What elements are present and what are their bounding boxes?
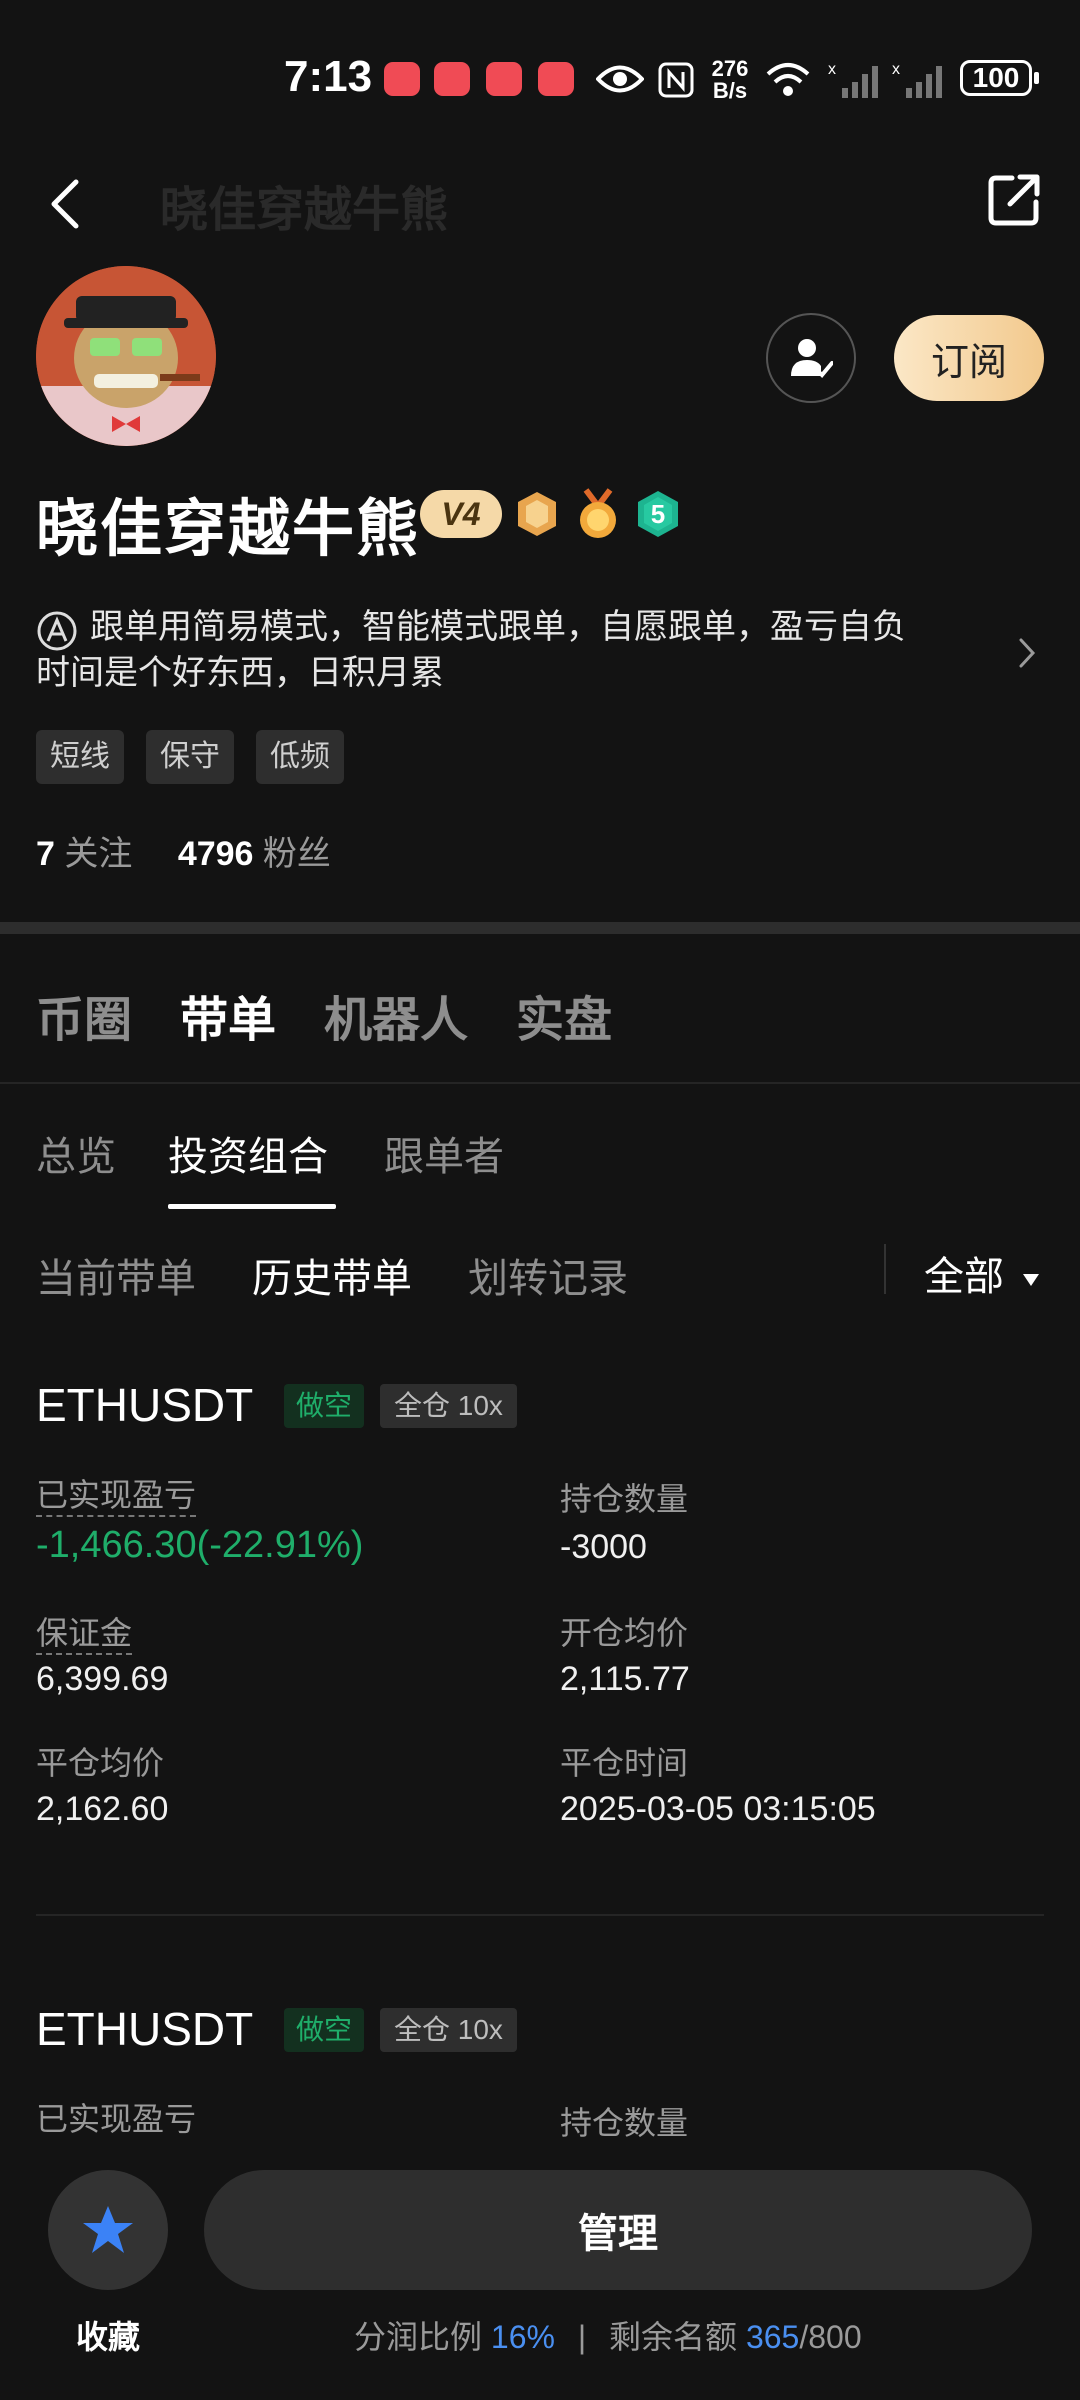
followers-count[interactable]: 4796: [178, 835, 254, 873]
tab-real-trading[interactable]: 实盘: [516, 980, 612, 1050]
margin-label[interactable]: 保证金: [36, 1615, 133, 1655]
wifi-icon: [766, 63, 810, 96]
quantity-label: 持仓数量: [560, 1481, 689, 1517]
tab-coin-circle[interactable]: 币圈: [36, 980, 132, 1050]
app-notification-icon: [384, 62, 420, 96]
star-icon: [83, 2206, 133, 2253]
share-icon[interactable]: [986, 172, 1042, 228]
trophy-medal-icon: [580, 488, 616, 538]
favorite-button[interactable]: [48, 2170, 168, 2290]
app-notification-icon: [486, 62, 522, 96]
direction-badge: 做空: [284, 2008, 365, 2052]
follow-user-icon: [791, 339, 833, 378]
tag-conservative: 保守: [146, 730, 234, 784]
profit-share-value: 16%: [490, 2319, 555, 2355]
chevron-right-icon[interactable]: [1016, 636, 1038, 670]
follow-stats: 7 关注 4796 粉丝: [36, 826, 367, 875]
manage-button[interactable]: 管理: [204, 2170, 1032, 2290]
tab-active-indicator: [168, 1204, 336, 1209]
svg-text:x: x: [828, 61, 836, 78]
nfc-icon: [658, 62, 694, 98]
profile-name: 晓佳穿越牛熊: [36, 495, 421, 564]
rank-badge: 5: [636, 490, 680, 538]
position-symbol: ETHUSDT: [36, 1379, 254, 1431]
rank-badge-number: 5: [650, 499, 666, 529]
app-notification-icon: [434, 62, 470, 96]
remaining-label: 剩余名额: [609, 2319, 738, 2355]
status-time: 7:13: [284, 52, 373, 101]
tab-bots[interactable]: 机器人: [324, 980, 468, 1050]
profit-share-row: 分润比例 16% | 剩余名额 365/800: [354, 2312, 862, 2358]
following-label[interactable]: 关注: [64, 835, 132, 873]
realized-pnl-value: -1,466.30(-22.91%): [36, 1524, 364, 1566]
quantity-value: -3000: [560, 1528, 647, 1566]
signal-icon: x: [828, 61, 878, 98]
remaining-value: 365: [745, 2319, 800, 2355]
tab-portfolio[interactable]: 投资组合: [168, 1124, 328, 1182]
avatar: [36, 266, 216, 446]
app-notification-icon: [538, 62, 574, 96]
realized-pnl-label[interactable]: 已实现盈亏: [36, 1477, 197, 1517]
leverage-badge: 全仓 10x: [380, 1384, 517, 1428]
back-arrow-icon[interactable]: [46, 176, 86, 232]
signal-icon: x: [892, 61, 942, 98]
tag-low-frequency: 低频: [256, 730, 344, 784]
tab-transfer-records[interactable]: 划转记录: [468, 1246, 628, 1304]
margin-value: 6,399.69: [36, 1660, 169, 1698]
favorite-label: 收藏: [76, 2319, 141, 2355]
position-symbol: ETHUSDT: [36, 2003, 254, 2055]
subscribe-button[interactable]: 订阅: [894, 315, 1044, 401]
tab-overview[interactable]: 总览: [36, 1124, 116, 1182]
filter-divider: [884, 1244, 886, 1294]
tab-followers[interactable]: 跟单者: [384, 1124, 504, 1182]
header-title: 晓佳穿越牛熊: [160, 184, 449, 237]
section-divider: [0, 922, 1080, 934]
followers-label[interactable]: 粉丝: [263, 835, 331, 873]
bio-line-2: 时间是个好东西，日积月累: [36, 654, 444, 692]
separator: |: [577, 2319, 587, 2355]
network-speed: 276 B/s: [711, 56, 749, 103]
ai-icon: [37, 611, 77, 651]
close-time-value: 2025-03-05 03:15:05: [560, 1790, 876, 1828]
medal-icon: [518, 492, 556, 536]
realized-pnl-label: 已实现盈亏: [36, 2101, 197, 2137]
battery-indicator: 100: [960, 60, 1032, 96]
filter-dropdown[interactable]: 全部: [924, 1244, 1041, 1302]
tab-history-orders[interactable]: 历史带单: [252, 1246, 412, 1304]
svg-text:x: x: [892, 61, 900, 78]
direction-badge: 做空: [284, 1384, 365, 1428]
tab-divider: [0, 1082, 1080, 1084]
leverage-badge: 全仓 10x: [380, 2008, 517, 2052]
close-avg-value: 2,162.60: [36, 1790, 169, 1828]
follow-button[interactable]: [766, 313, 856, 403]
tag-short-term: 短线: [36, 730, 124, 784]
level-badge: V4: [420, 490, 502, 538]
close-avg-label: 平仓均价: [36, 1745, 165, 1781]
following-count[interactable]: 7: [36, 835, 55, 873]
quantity-label: 持仓数量: [560, 2105, 689, 2141]
remaining-total: /800: [799, 2319, 862, 2355]
battery-tip: [1034, 72, 1039, 84]
open-avg-value: 2,115.77: [560, 1660, 690, 1698]
caret-down-icon: [1023, 1274, 1040, 1286]
profit-share-label: 分润比例: [354, 2319, 483, 2355]
tab-copy-trading[interactable]: 带单: [180, 980, 276, 1050]
filter-label: 全部: [924, 1255, 1004, 1299]
close-time-label: 平仓时间: [560, 1745, 689, 1781]
card-divider: [36, 1914, 1044, 1916]
tab-current-orders[interactable]: 当前带单: [36, 1246, 196, 1304]
bio-line-1: 跟单用简易模式，智能模式跟单，自愿跟单，盈亏自负: [90, 608, 906, 646]
open-avg-label: 开仓均价: [560, 1615, 689, 1651]
eye-icon: [596, 65, 644, 93]
